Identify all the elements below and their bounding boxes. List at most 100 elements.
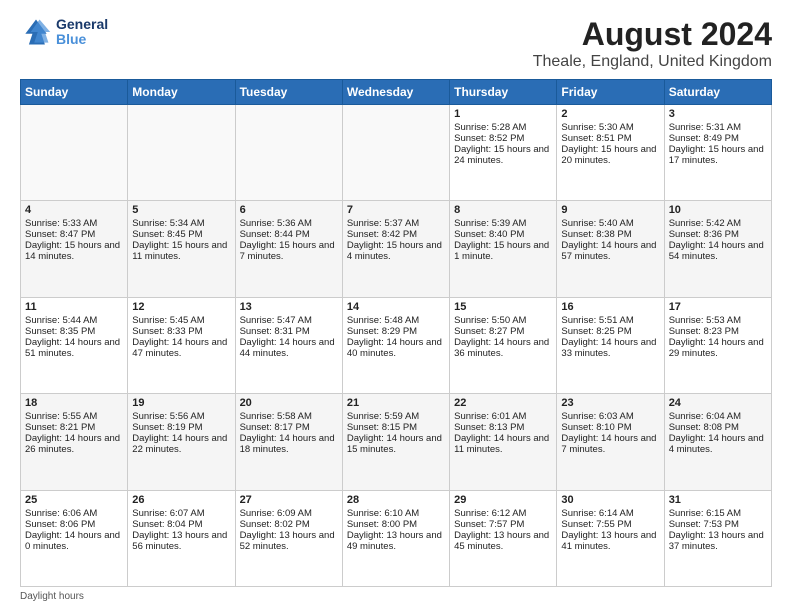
col-tuesday: Tuesday (235, 80, 342, 105)
day-number: 22 (454, 397, 552, 409)
day-number: 8 (454, 204, 552, 216)
sunrise-text: Sunrise: 6:01 AM (454, 411, 552, 422)
day-number: 26 (132, 494, 230, 506)
day-number: 10 (669, 204, 767, 216)
sunrise-text: Sunrise: 5:30 AM (561, 122, 659, 133)
col-friday: Friday (557, 80, 664, 105)
sunrise-text: Sunrise: 6:14 AM (561, 508, 659, 519)
calendar-week-row: 11Sunrise: 5:44 AMSunset: 8:35 PMDayligh… (21, 297, 772, 393)
calendar-cell (128, 105, 235, 201)
day-number: 21 (347, 397, 445, 409)
calendar-cell: 21Sunrise: 5:59 AMSunset: 8:15 PMDayligh… (342, 394, 449, 490)
sunrise-text: Sunrise: 5:33 AM (25, 218, 123, 229)
daylight-text: Daylight: 14 hours and 26 minutes. (25, 433, 123, 455)
page-subtitle: Theale, England, United Kingdom (533, 53, 772, 71)
sunrise-text: Sunrise: 5:53 AM (669, 315, 767, 326)
sunset-text: Sunset: 8:23 PM (669, 326, 767, 337)
calendar-cell: 3Sunrise: 5:31 AMSunset: 8:49 PMDaylight… (664, 105, 771, 201)
sunrise-text: Sunrise: 6:09 AM (240, 508, 338, 519)
logo-text: General Blue (56, 17, 108, 48)
page-title: August 2024 (533, 16, 772, 53)
calendar-cell (21, 105, 128, 201)
sunrise-text: Sunrise: 5:59 AM (347, 411, 445, 422)
sunset-text: Sunset: 7:55 PM (561, 519, 659, 530)
sunrise-text: Sunrise: 6:06 AM (25, 508, 123, 519)
calendar-cell: 12Sunrise: 5:45 AMSunset: 8:33 PMDayligh… (128, 297, 235, 393)
logo-line1: General (56, 17, 108, 32)
logo-icon (20, 16, 52, 48)
col-thursday: Thursday (450, 80, 557, 105)
daylight-text: Daylight: 15 hours and 7 minutes. (240, 240, 338, 262)
sunset-text: Sunset: 8:00 PM (347, 519, 445, 530)
calendar-cell (342, 105, 449, 201)
sunrise-text: Sunrise: 6:03 AM (561, 411, 659, 422)
daylight-text: Daylight: 13 hours and 49 minutes. (347, 530, 445, 552)
sunset-text: Sunset: 8:31 PM (240, 326, 338, 337)
sunrise-text: Sunrise: 5:31 AM (669, 122, 767, 133)
day-number: 4 (25, 204, 123, 216)
day-number: 11 (25, 301, 123, 313)
daylight-text: Daylight: 15 hours and 24 minutes. (454, 144, 552, 166)
daylight-text: Daylight: 14 hours and 18 minutes. (240, 433, 338, 455)
day-number: 9 (561, 204, 659, 216)
sunrise-text: Sunrise: 5:28 AM (454, 122, 552, 133)
calendar-cell: 26Sunrise: 6:07 AMSunset: 8:04 PMDayligh… (128, 490, 235, 586)
sunset-text: Sunset: 8:35 PM (25, 326, 123, 337)
day-number: 25 (25, 494, 123, 506)
sunrise-text: Sunrise: 6:15 AM (669, 508, 767, 519)
daylight-text: Daylight: 14 hours and 36 minutes. (454, 337, 552, 359)
calendar-cell: 20Sunrise: 5:58 AMSunset: 8:17 PMDayligh… (235, 394, 342, 490)
day-number: 19 (132, 397, 230, 409)
day-number: 16 (561, 301, 659, 313)
day-number: 6 (240, 204, 338, 216)
daylight-text: Daylight: 15 hours and 1 minute. (454, 240, 552, 262)
header: General Blue August 2024 Theale, England… (20, 16, 772, 71)
day-number: 15 (454, 301, 552, 313)
day-number: 31 (669, 494, 767, 506)
calendar-header-row: Sunday Monday Tuesday Wednesday Thursday… (21, 80, 772, 105)
sunset-text: Sunset: 8:38 PM (561, 229, 659, 240)
daylight-text: Daylight: 13 hours and 37 minutes. (669, 530, 767, 552)
calendar-cell: 24Sunrise: 6:04 AMSunset: 8:08 PMDayligh… (664, 394, 771, 490)
calendar-cell: 27Sunrise: 6:09 AMSunset: 8:02 PMDayligh… (235, 490, 342, 586)
sunset-text: Sunset: 8:29 PM (347, 326, 445, 337)
calendar-cell: 18Sunrise: 5:55 AMSunset: 8:21 PMDayligh… (21, 394, 128, 490)
day-number: 27 (240, 494, 338, 506)
daylight-text: Daylight: 14 hours and 29 minutes. (669, 337, 767, 359)
sunset-text: Sunset: 8:25 PM (561, 326, 659, 337)
sunrise-text: Sunrise: 5:48 AM (347, 315, 445, 326)
day-number: 24 (669, 397, 767, 409)
calendar-cell: 14Sunrise: 5:48 AMSunset: 8:29 PMDayligh… (342, 297, 449, 393)
day-number: 7 (347, 204, 445, 216)
daylight-text: Daylight: 14 hours and 7 minutes. (561, 433, 659, 455)
sunrise-text: Sunrise: 5:51 AM (561, 315, 659, 326)
col-saturday: Saturday (664, 80, 771, 105)
sunset-text: Sunset: 8:02 PM (240, 519, 338, 530)
sunrise-text: Sunrise: 5:56 AM (132, 411, 230, 422)
calendar-cell: 31Sunrise: 6:15 AMSunset: 7:53 PMDayligh… (664, 490, 771, 586)
calendar-cell: 30Sunrise: 6:14 AMSunset: 7:55 PMDayligh… (557, 490, 664, 586)
daylight-text: Daylight: 15 hours and 20 minutes. (561, 144, 659, 166)
sunset-text: Sunset: 8:10 PM (561, 422, 659, 433)
sunset-text: Sunset: 7:57 PM (454, 519, 552, 530)
day-number: 20 (240, 397, 338, 409)
calendar-cell: 6Sunrise: 5:36 AMSunset: 8:44 PMDaylight… (235, 201, 342, 297)
sunrise-text: Sunrise: 5:44 AM (25, 315, 123, 326)
daylight-text: Daylight: 14 hours and 47 minutes. (132, 337, 230, 359)
col-wednesday: Wednesday (342, 80, 449, 105)
calendar-table: Sunday Monday Tuesday Wednesday Thursday… (20, 79, 772, 587)
sunrise-text: Sunrise: 5:40 AM (561, 218, 659, 229)
daylight-text: Daylight: 14 hours and 22 minutes. (132, 433, 230, 455)
day-number: 29 (454, 494, 552, 506)
logo: General Blue (20, 16, 108, 48)
calendar-week-row: 18Sunrise: 5:55 AMSunset: 8:21 PMDayligh… (21, 394, 772, 490)
sunset-text: Sunset: 8:49 PM (669, 133, 767, 144)
day-number: 30 (561, 494, 659, 506)
calendar-cell: 19Sunrise: 5:56 AMSunset: 8:19 PMDayligh… (128, 394, 235, 490)
sunset-text: Sunset: 8:15 PM (347, 422, 445, 433)
day-number: 1 (454, 108, 552, 120)
col-sunday: Sunday (21, 80, 128, 105)
daylight-text: Daylight: 14 hours and 51 minutes. (25, 337, 123, 359)
logo-line2: Blue (56, 32, 108, 47)
calendar-cell (235, 105, 342, 201)
